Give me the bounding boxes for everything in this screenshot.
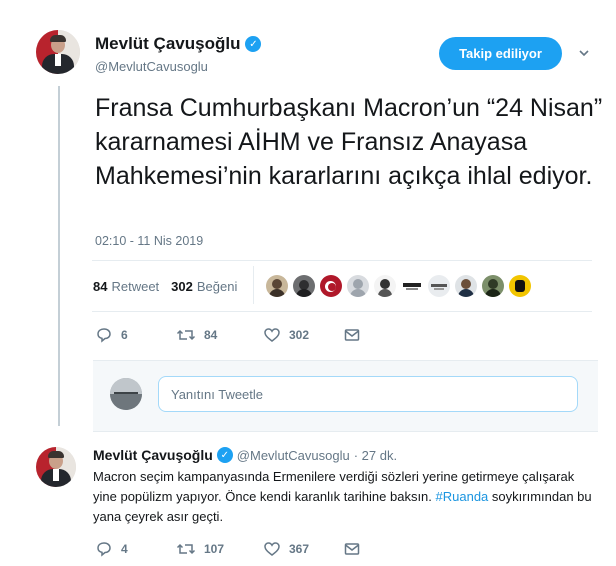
reply-count: 4 [121,542,128,556]
retweet-icon [176,543,196,555]
following-button[interactable]: Takip ediliyor [439,37,562,70]
retweet-label[interactable]: Retweet [111,279,159,294]
tweet-actions: 6 84 302 [95,326,361,344]
liker-avatars [266,275,531,297]
author-name[interactable]: Mevlüt Çavuşoğlu [95,34,240,54]
retweet-action[interactable]: 84 [176,326,263,344]
author-name-row[interactable]: Mevlüt Çavuşoğlu ✓ [95,34,262,54]
liker-avatar[interactable] [374,275,396,297]
reply-action[interactable]: 4 [95,540,176,558]
liker-avatar[interactable] [455,275,477,297]
liker-avatar[interactable] [266,275,288,297]
liker-avatar[interactable] [320,275,342,297]
divider [92,260,592,261]
tweet-text: Fransa Cumhurbaşkanı Macron’un “24 Nisan… [95,94,603,190]
reply-icon [97,542,111,557]
like-count[interactable]: 302 [171,279,193,294]
reply-icon [97,328,111,343]
retweet-action-count: 107 [204,542,225,556]
reply-header: Mevlüt Çavuşoğlu ✓ @MevlutCavusoglu · 27… [93,447,397,463]
author-avatar[interactable] [36,30,80,74]
divider [92,311,592,312]
liker-avatar[interactable] [293,275,315,297]
retweet-count[interactable]: 84 [93,279,107,294]
like-label[interactable]: Beğeni [197,279,237,294]
verified-badge-icon: ✓ [216,447,233,463]
hashtag-link[interactable]: #Ruanda [436,489,489,504]
tweet-timestamp[interactable]: 02:10 - 11 Nis 2019 [95,234,203,248]
liker-avatar[interactable] [401,275,423,297]
like-action-count: 367 [289,542,310,556]
heart-icon [264,328,280,342]
retweet-icon [176,329,196,341]
reply-actions: 4 107 367 [95,540,361,558]
like-action[interactable]: 367 [263,540,343,558]
liker-avatar[interactable] [482,275,504,297]
heart-icon [264,542,280,556]
direct-message-action[interactable] [343,540,361,558]
direct-message-action[interactable] [343,326,361,344]
reply-author-handle[interactable]: @MevlutCavusoglu [237,448,350,463]
like-action-count: 302 [289,328,310,342]
author-handle[interactable]: @MevlutCavusoglu [95,59,208,74]
current-user-avatar [110,378,142,410]
thread-connector-line [58,86,60,426]
reply-time[interactable]: · 27 dk. [354,448,397,463]
retweet-action[interactable]: 107 [176,540,263,558]
liker-avatar[interactable] [428,275,450,297]
reply-author-name[interactable]: Mevlüt Çavuşoğlu [93,447,213,463]
liker-avatar[interactable] [347,275,369,297]
reply-author-avatar[interactable] [36,447,76,487]
liker-avatar[interactable] [509,275,531,297]
reply-action[interactable]: 6 [95,326,176,344]
reply-text: Macron seçim kampanyasında Ermenilere ve… [93,469,592,525]
retweet-action-count: 84 [204,328,218,342]
verified-badge-icon: ✓ [245,36,262,52]
envelope-icon [344,329,360,341]
like-action[interactable]: 302 [263,326,343,344]
reply-count: 6 [121,328,128,342]
tweet-stats: 84 Retweet 302 Beğeni [93,279,237,294]
stats-separator [253,266,254,304]
chevron-down-icon[interactable] [578,47,590,59]
envelope-icon [344,543,360,555]
reply-input[interactable]: Yanıtını Tweetle [158,376,578,412]
